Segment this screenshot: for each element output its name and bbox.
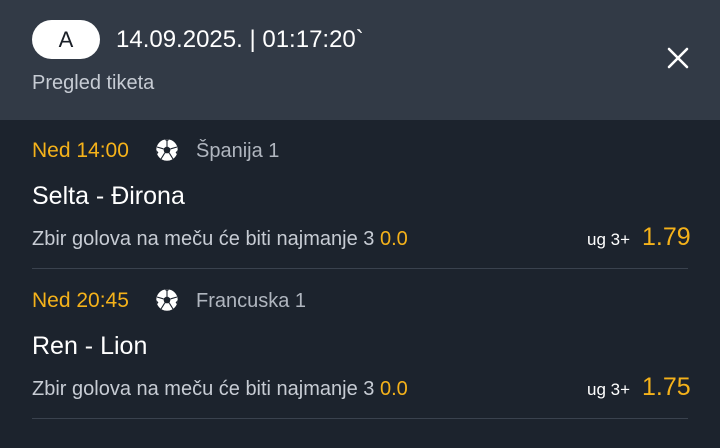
- close-icon: [667, 47, 689, 69]
- divider: [32, 418, 688, 419]
- ticket-header: A 14.09.2025. | 01:17:20` Pregled tiketa: [0, 0, 720, 120]
- bet-description: Zbir golova na meču će biti najmanje 3 0…: [32, 226, 408, 252]
- match-time: Ned 14:00: [32, 139, 129, 162]
- soccer-ball-icon: [155, 138, 179, 162]
- bet-tip: ug 3+: [587, 230, 631, 249]
- match-teams: Ren - Lion: [32, 332, 148, 360]
- bet-odds: 1.75: [642, 373, 691, 401]
- bet-description-text: Zbir golova na meču će biti najmanje 3: [32, 228, 375, 250]
- ticket-datetime: 14.09.2025. | 01:17:20`: [116, 26, 364, 53]
- match-teams: Selta - Đirona: [32, 182, 185, 210]
- bet-tip: ug 3+: [587, 380, 631, 399]
- ticket-badge: A: [32, 20, 100, 59]
- bet-odds: 1.79: [642, 223, 691, 251]
- ticket-subtitle: Pregled tiketa: [32, 72, 155, 94]
- soccer-ball-icon: [155, 288, 179, 312]
- bet-value: 0.0: [379, 228, 408, 250]
- match-league: Francuska 1: [196, 290, 307, 312]
- match-time: Ned 20:45: [32, 289, 129, 312]
- divider: [32, 268, 688, 269]
- bet-description: Zbir golova na meču će biti najmanje 3 0…: [32, 376, 408, 402]
- match-league: Španija 1: [196, 140, 280, 162]
- bet-value: 0.0: [379, 378, 408, 400]
- match-item[interactable]: Ned 20:45 Francuska 1 Ren - Lion Zbir go…: [0, 270, 720, 420]
- match-item[interactable]: Ned 14:00 Španija 1 Selta - Đirona Zbir …: [0, 120, 720, 270]
- close-button[interactable]: [662, 42, 694, 74]
- bet-description-text: Zbir golova na meču će biti najmanje 3: [32, 378, 375, 400]
